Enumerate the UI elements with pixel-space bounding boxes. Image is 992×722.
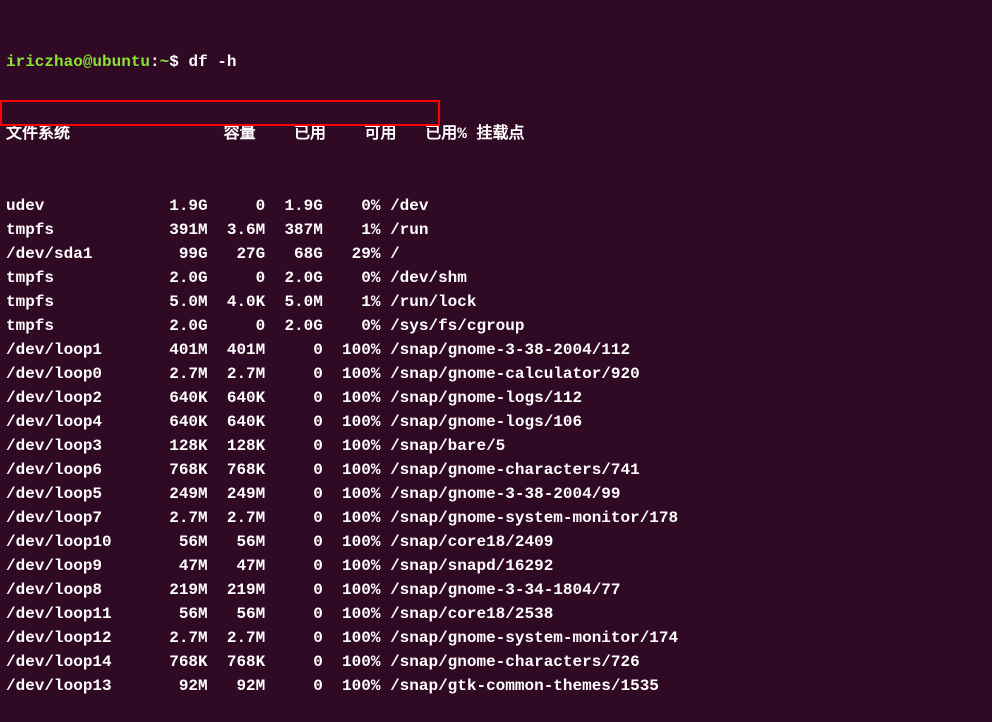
prompt-sep: : — [150, 53, 160, 71]
df-row: /dev/loop2 640K 640K 0 100% /snap/gnome-… — [6, 386, 986, 410]
df-row: /dev/loop14 768K 768K 0 100% /snap/gnome… — [6, 650, 986, 674]
df-row: /dev/sda1 99G 27G 68G 29% / — [6, 242, 986, 266]
prompt-line: iriczhao@ubuntu:~$ df -h — [6, 50, 986, 74]
prompt-dollar: $ — [169, 53, 179, 71]
df-header-row: 文件系统 容量 已用 可用 已用% 挂载点 — [6, 122, 986, 146]
df-row: /dev/loop0 2.7M 2.7M 0 100% /snap/gnome-… — [6, 362, 986, 386]
df-row: /dev/loop6 768K 768K 0 100% /snap/gnome-… — [6, 458, 986, 482]
df-row: /dev/loop7 2.7M 2.7M 0 100% /snap/gnome-… — [6, 506, 986, 530]
df-row: tmpfs 2.0G 0 2.0G 0% /sys/fs/cgroup — [6, 314, 986, 338]
df-row: /dev/loop11 56M 56M 0 100% /snap/core18/… — [6, 602, 986, 626]
df-row: tmpfs 5.0M 4.0K 5.0M 1% /run/lock — [6, 290, 986, 314]
df-row: tmpfs 2.0G 0 2.0G 0% /dev/shm — [6, 266, 986, 290]
df-row: /dev/loop9 47M 47M 0 100% /snap/snapd/16… — [6, 554, 986, 578]
command: df -h — [188, 53, 236, 71]
df-row: /dev/loop1 401M 401M 0 100% /snap/gnome-… — [6, 338, 986, 362]
df-row: /dev/loop3 128K 128K 0 100% /snap/bare/5 — [6, 434, 986, 458]
df-row: /dev/loop13 92M 92M 0 100% /snap/gtk-com… — [6, 674, 986, 698]
df-row: udev 1.9G 0 1.9G 0% /dev — [6, 194, 986, 218]
df-row: /dev/loop4 640K 640K 0 100% /snap/gnome-… — [6, 410, 986, 434]
df-row: /dev/loop5 249M 249M 0 100% /snap/gnome-… — [6, 482, 986, 506]
df-row: tmpfs 391M 3.6M 387M 1% /run — [6, 218, 986, 242]
terminal-output[interactable]: iriczhao@ubuntu:~$ df -h 文件系统 容量 已用 可用 已… — [6, 2, 986, 722]
df-row: /dev/loop12 2.7M 2.7M 0 100% /snap/gnome… — [6, 626, 986, 650]
prompt-user: iriczhao@ubuntu — [6, 53, 150, 71]
df-row: /dev/loop8 219M 219M 0 100% /snap/gnome-… — [6, 578, 986, 602]
prompt-path: ~ — [160, 53, 170, 71]
